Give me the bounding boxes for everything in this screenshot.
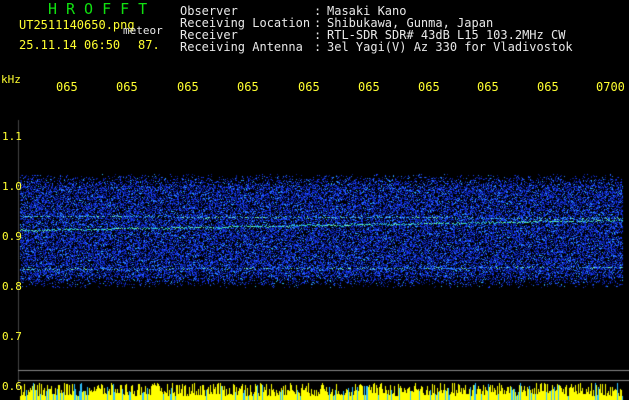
x-tick-label: 065 bbox=[358, 80, 380, 94]
antenna-value: 3el Yagi(V) Az 330 for Vladivostok bbox=[327, 40, 573, 54]
x-tick-label: 065 bbox=[177, 80, 199, 94]
header: HROFFT UT2511140650.png meteor 25.11.14 … bbox=[0, 0, 629, 60]
spectrogram-canvas bbox=[0, 60, 629, 400]
y-tick-label: 0.9 bbox=[2, 230, 22, 243]
x-tick-label: 0700 bbox=[596, 80, 625, 94]
x-tick-label: 065 bbox=[116, 80, 138, 94]
x-tick-label: 065 bbox=[56, 80, 78, 94]
hrofft-logo: HROFFT bbox=[48, 0, 157, 18]
antenna-colon: : bbox=[314, 40, 322, 54]
datetime: 25.11.14 06:50 bbox=[19, 38, 121, 52]
y-tick-label: 1.0 bbox=[2, 180, 22, 193]
mode-label: meteor bbox=[123, 24, 163, 37]
frequency-unit: kHz bbox=[1, 73, 21, 86]
x-tick-label: 065 bbox=[237, 80, 259, 94]
y-tick-label: 0.7 bbox=[2, 330, 22, 343]
x-tick-label: 065 bbox=[298, 80, 320, 94]
y-tick-label: 0.8 bbox=[2, 280, 22, 293]
y-tick-label: 0.6 bbox=[2, 380, 22, 393]
x-tick-label: 065 bbox=[477, 80, 499, 94]
antenna-label: Receiving Antenna bbox=[180, 40, 303, 54]
y-tick-label: 1.1 bbox=[2, 130, 22, 143]
filename: UT2511140650.png bbox=[19, 18, 135, 32]
spectrogram-panel: kHz 1.1 1.0 0.9 0.8 0.7 0.6 065 065 065 065 065 06… bbox=[0, 60, 629, 400]
x-tick-label: 065 bbox=[418, 80, 440, 94]
x-tick-label: 065 bbox=[537, 80, 559, 94]
detection-count: 87. bbox=[138, 38, 160, 52]
